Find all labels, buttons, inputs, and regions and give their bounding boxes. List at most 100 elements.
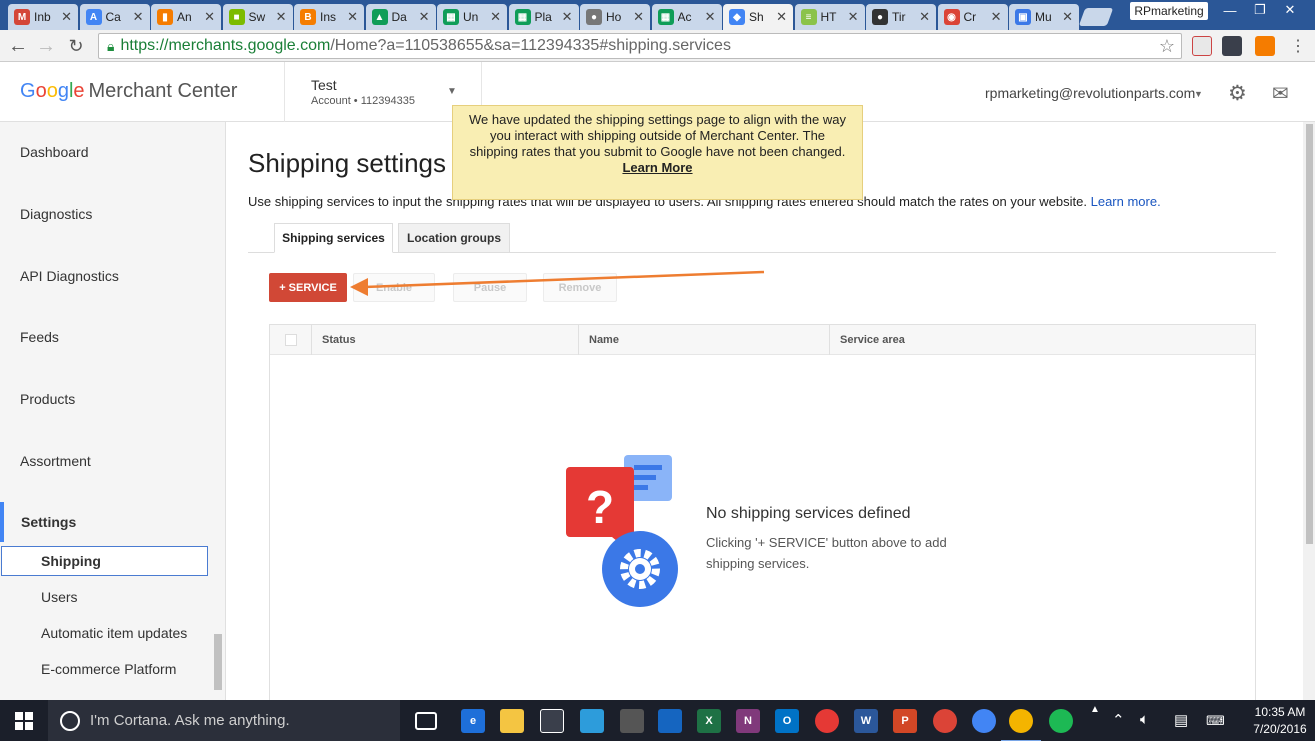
cloud-app-icon[interactable] bbox=[815, 709, 839, 733]
close-tab-icon[interactable]: ✕ bbox=[991, 9, 1002, 25]
profile-button[interactable]: RPmarketing bbox=[1130, 2, 1208, 20]
sidebar-item-ecommerce-platform[interactable]: E-commerce Platform bbox=[41, 661, 176, 677]
browser-tab[interactable]: ● Tir ✕ bbox=[866, 4, 936, 30]
browser-tab[interactable]: B Ins ✕ bbox=[294, 4, 364, 30]
tab-location-groups[interactable]: Location groups bbox=[398, 223, 510, 253]
close-window-button[interactable]: ✕ bbox=[1275, 0, 1305, 20]
reload-icon[interactable]: ↻ bbox=[64, 34, 88, 58]
new-tab-button[interactable] bbox=[1078, 8, 1114, 26]
onenote-icon[interactable]: N bbox=[736, 709, 760, 733]
close-tab-icon[interactable]: ✕ bbox=[633, 9, 644, 25]
merchant-center-logo[interactable]: Google Merchant Center bbox=[20, 80, 237, 103]
clock-time[interactable]: 10:35 AM bbox=[1250, 705, 1310, 719]
browser-tab[interactable]: A Ca ✕ bbox=[79, 4, 150, 30]
notifications-icon[interactable]: ▤ bbox=[1174, 711, 1188, 729]
browser-tab[interactable]: ▦ Pla ✕ bbox=[508, 4, 579, 30]
notice-learn-more-link[interactable]: Learn More bbox=[467, 160, 848, 176]
close-tab-icon[interactable]: ✕ bbox=[204, 9, 215, 25]
clock-date[interactable]: 7/20/2016 bbox=[1250, 722, 1310, 736]
sidebar-item-shipping[interactable]: Shipping bbox=[41, 553, 101, 569]
user-email[interactable]: rpmarketing@revolutionparts.com bbox=[985, 85, 1195, 101]
outlook-icon[interactable]: O bbox=[775, 709, 799, 733]
close-tab-icon[interactable]: ✕ bbox=[347, 9, 358, 25]
remote-desktop-icon[interactable] bbox=[658, 709, 682, 733]
address-bar[interactable]: 🔒︎ https://merchants.google.com/Home?a=1… bbox=[98, 33, 1182, 59]
close-tab-icon[interactable]: ✕ bbox=[276, 9, 287, 25]
file-explorer-icon[interactable] bbox=[500, 709, 524, 733]
select-all-checkbox[interactable] bbox=[285, 334, 297, 346]
browser-tab[interactable]: ▦ Ac ✕ bbox=[651, 4, 722, 30]
excel-icon[interactable]: X bbox=[697, 709, 721, 733]
volume-icon[interactable]: 🔈︎ bbox=[1140, 711, 1149, 728]
browser-tab[interactable]: ■ Sw ✕ bbox=[222, 4, 293, 30]
close-tab-icon[interactable]: ✕ bbox=[705, 9, 716, 25]
close-tab-icon[interactable]: ✕ bbox=[490, 9, 501, 25]
restore-button[interactable]: ❐ bbox=[1245, 0, 1275, 20]
sidebar-item-settings[interactable]: Settings bbox=[21, 514, 76, 530]
browser-tab[interactable]: ▲ Da ✕ bbox=[365, 4, 436, 30]
cortana-search-box[interactable]: I'm Cortana. Ask me anything. bbox=[48, 700, 400, 741]
sidebar-item-feeds[interactable]: Feeds bbox=[20, 329, 59, 345]
close-tab-icon[interactable]: ✕ bbox=[133, 9, 144, 25]
close-tab-icon[interactable]: ✕ bbox=[1062, 9, 1073, 25]
tab-shipping-services[interactable]: Shipping services bbox=[274, 223, 393, 253]
page-scrollbar[interactable] bbox=[1303, 122, 1315, 700]
column-service-area[interactable]: Service area bbox=[840, 334, 905, 346]
browser-tab[interactable]: ◆ Sh ✕ bbox=[723, 4, 793, 30]
sidebar-item-users[interactable]: Users bbox=[41, 589, 78, 605]
browser-tab[interactable]: ▮ An ✕ bbox=[151, 4, 221, 30]
browser-tab[interactable]: M Inb ✕ bbox=[8, 4, 78, 30]
browser-tab[interactable]: ▦ Un ✕ bbox=[437, 4, 507, 30]
windows-start-icon[interactable] bbox=[0, 700, 48, 741]
mail-icon[interactable]: ✉ bbox=[1272, 81, 1289, 106]
word-icon[interactable]: W bbox=[854, 709, 878, 733]
column-status[interactable]: Status bbox=[322, 334, 356, 346]
sidebar-item-dashboard[interactable]: Dashboard bbox=[20, 144, 89, 160]
chrome-profile-icon[interactable] bbox=[972, 709, 996, 733]
chevron-down-icon[interactable]: ▼ bbox=[1194, 89, 1203, 99]
sidebar-item-assortment[interactable]: Assortment bbox=[20, 453, 91, 469]
keyboard-icon[interactable]: ⌨ bbox=[1206, 713, 1225, 729]
pause-button[interactable]: Pause bbox=[453, 273, 527, 302]
close-tab-icon[interactable]: ✕ bbox=[776, 9, 787, 25]
scroll-up-icon[interactable]: ▲ bbox=[1090, 704, 1100, 715]
browser-tab[interactable]: ≡ HT ✕ bbox=[794, 4, 865, 30]
sidebar-scrollbar[interactable] bbox=[214, 634, 222, 690]
close-tab-icon[interactable]: ✕ bbox=[419, 9, 430, 25]
chrome-menu-icon[interactable]: ⋮ bbox=[1286, 34, 1310, 58]
close-tab-icon[interactable]: ✕ bbox=[919, 9, 930, 25]
back-icon[interactable]: ← bbox=[6, 34, 30, 58]
store-icon[interactable] bbox=[540, 709, 564, 733]
extension-on-icon[interactable] bbox=[1192, 36, 1212, 56]
close-tab-icon[interactable]: ✕ bbox=[61, 9, 72, 25]
show-hidden-icons[interactable]: ⌃ bbox=[1112, 711, 1125, 729]
extension-menu-icon[interactable] bbox=[1222, 36, 1242, 56]
gear-icon[interactable]: ⚙ bbox=[1228, 81, 1247, 106]
close-tab-icon[interactable]: ✕ bbox=[848, 9, 859, 25]
bookmark-star-icon[interactable]: ☆ bbox=[1159, 36, 1175, 57]
enable-button[interactable]: Enable bbox=[353, 273, 435, 302]
browser-tab[interactable]: ▣ Mu ✕ bbox=[1009, 4, 1079, 30]
chrome-icon[interactable] bbox=[933, 709, 957, 733]
mail-app-icon[interactable] bbox=[580, 709, 604, 733]
task-view-icon[interactable] bbox=[415, 712, 437, 730]
minimize-button[interactable]: — bbox=[1215, 0, 1245, 20]
browser-tab[interactable]: ◉ Cr ✕ bbox=[937, 4, 1008, 30]
learn-more-link[interactable]: Learn more. bbox=[1091, 194, 1161, 209]
sidebar-item-diagnostics[interactable]: Diagnostics bbox=[20, 206, 92, 222]
add-service-button[interactable]: + SERVICE bbox=[269, 273, 347, 302]
browser-tab[interactable]: ● Ho ✕ bbox=[580, 4, 650, 30]
scrollbar-thumb[interactable] bbox=[1306, 124, 1313, 544]
close-tab-icon[interactable]: ✕ bbox=[562, 9, 573, 25]
analytics-extension-icon[interactable] bbox=[1255, 36, 1275, 56]
sidebar-item-products[interactable]: Products bbox=[20, 391, 75, 407]
edge-icon[interactable]: e bbox=[461, 709, 485, 733]
remove-button[interactable]: Remove bbox=[543, 273, 617, 302]
sidebar-item-api-diagnostics[interactable]: API Diagnostics bbox=[20, 268, 119, 284]
snipping-tool-icon[interactable] bbox=[620, 709, 644, 733]
chevron-down-icon[interactable]: ▼ bbox=[447, 86, 457, 97]
chrome-active-icon[interactable] bbox=[1001, 709, 1041, 741]
spotify-icon[interactable] bbox=[1049, 709, 1073, 733]
forward-icon[interactable]: → bbox=[34, 34, 58, 58]
powerpoint-icon[interactable]: P bbox=[893, 709, 917, 733]
